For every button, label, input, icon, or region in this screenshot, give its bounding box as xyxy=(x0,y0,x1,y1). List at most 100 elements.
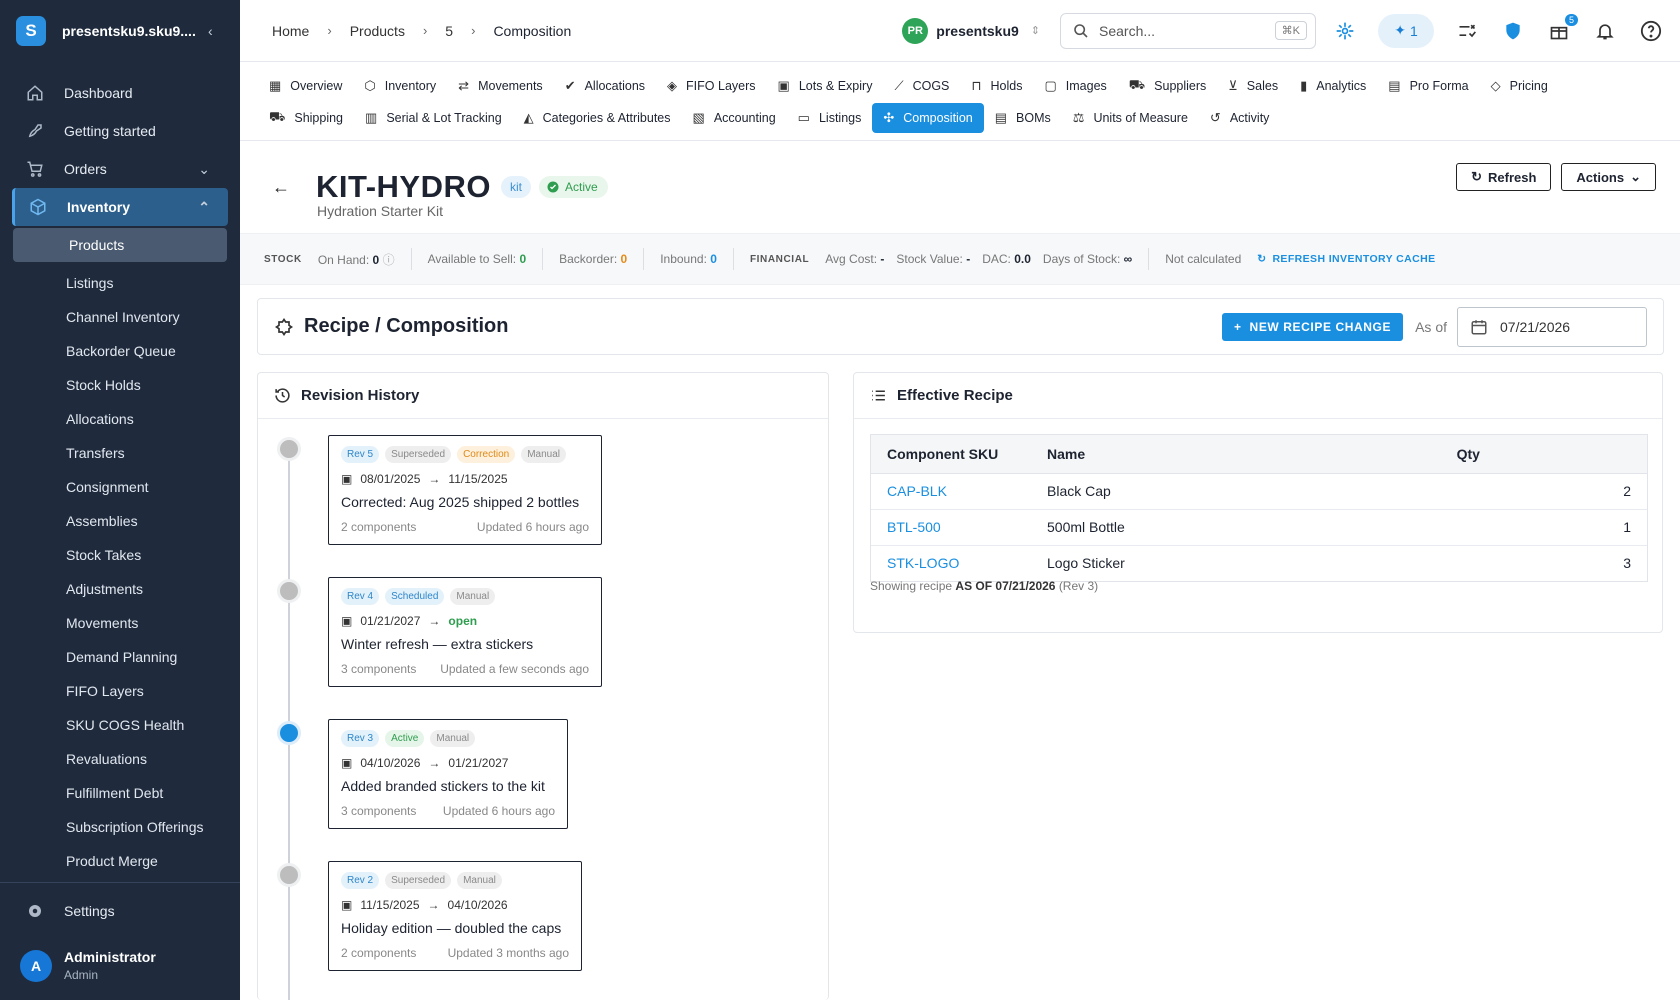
sidebar-subitem-stock-takes[interactable]: Stock Takes xyxy=(0,538,240,572)
sidebar-item-getting-started[interactable]: Getting started xyxy=(0,112,240,150)
sidebar-subitem-products[interactable]: Products xyxy=(13,228,227,262)
days-of-stock-stat: Days of Stock: ∞ xyxy=(1043,252,1132,266)
tab-allocations[interactable]: ✔ Allocations xyxy=(554,71,656,101)
component-qty: 1 xyxy=(1440,509,1647,546)
table-header-row: Component SKU Name Qty xyxy=(871,435,1647,474)
sidebar: S presentsku9.sku9.... ‹ Dashboard Getti… xyxy=(0,0,240,1000)
sidebar-subitem-transfers[interactable]: Transfers xyxy=(0,436,240,470)
tab-suppliers[interactable]: ⛟ Suppliers xyxy=(1118,71,1217,101)
date-from: 04/10/2026 xyxy=(360,756,421,770)
sidebar-subitem-revaluations[interactable]: Revaluations xyxy=(0,742,240,776)
component-sku-link[interactable]: STK-LOGO xyxy=(871,545,1031,581)
column-header-sku[interactable]: Component SKU xyxy=(871,435,1031,474)
tab-holds[interactable]: ⊓ Holds xyxy=(960,71,1033,101)
sidebar-item-dashboard[interactable]: Dashboard xyxy=(0,74,240,112)
backorder-stat: Backorder: 0 xyxy=(559,252,627,266)
tab-activity[interactable]: ↺ Activity xyxy=(1199,103,1281,133)
ai-assistant-button[interactable]: ✦ 1 xyxy=(1378,13,1434,48)
org-switcher[interactable]: PR presentsku9 ⇕ xyxy=(902,17,1040,44)
tab-cogs[interactable]: ⟋ COGS xyxy=(883,71,960,101)
tab-label: Movements xyxy=(478,79,543,93)
component-sku-link[interactable]: CAP-BLK xyxy=(871,473,1031,510)
chevron-up-icon[interactable]: ⌃ xyxy=(198,199,210,216)
tag-superseded: Superseded xyxy=(385,872,452,889)
tab-units-of-measure[interactable]: ⚖ Units of Measure xyxy=(1062,103,1199,133)
collapse-sidebar-icon[interactable]: ‹ xyxy=(208,23,224,39)
sidebar-subitem-demand-planning[interactable]: Demand Planning xyxy=(0,640,240,674)
user-profile[interactable]: A Administrator Admin xyxy=(0,939,240,1000)
sidebar-subitem-consignment[interactable]: Consignment xyxy=(0,470,240,504)
tab-composition[interactable]: ✣ Composition xyxy=(872,103,984,133)
refresh-inventory-cache-link[interactable]: ↻ REFRESH INVENTORY CACHE xyxy=(1257,253,1435,265)
tab-shipping[interactable]: ⛟ Shipping xyxy=(258,103,354,133)
org-name[interactable]: presentsku9.sku9.... xyxy=(62,23,208,39)
tab-lots-expiry[interactable]: ▣ Lots & Expiry xyxy=(767,71,884,101)
sidebar-subitem-fulfillment-debt[interactable]: Fulfillment Debt xyxy=(0,776,240,810)
sidebar-subitem-sku-cogs-health[interactable]: SKU COGS Health xyxy=(0,708,240,742)
shield-icon[interactable] xyxy=(1500,18,1526,44)
stock-value-stat: Stock Value: - xyxy=(896,252,970,266)
search-input[interactable]: Search... ⌘K xyxy=(1060,12,1316,49)
tab-listings[interactable]: ▭ Listings xyxy=(787,103,873,133)
tab-boms[interactable]: ▤ BOMs xyxy=(984,103,1062,133)
component-qty: 3 xyxy=(1623,555,1631,572)
sidebar-item-settings[interactable]: Settings xyxy=(0,883,240,939)
sidebar-subitem-channel-inventory[interactable]: Channel Inventory xyxy=(0,300,240,334)
tab-categories-attributes[interactable]: ◭ Categories & Attributes xyxy=(513,103,682,133)
tab-row-2: ⛟ Shipping ▥ Serial & Lot Tracking ◭ Catego… xyxy=(258,102,1662,134)
tab-accounting[interactable]: ▧ Accounting xyxy=(682,103,787,133)
component-sku-link[interactable]: BTL-500 xyxy=(871,509,1031,546)
column-header-name[interactable]: Name xyxy=(1031,435,1441,474)
tab-sales[interactable]: ⊻ Sales xyxy=(1217,71,1289,101)
new-recipe-change-button[interactable]: + NEW RECIPE CHANGE xyxy=(1221,312,1404,341)
tab-label: Lots & Expiry xyxy=(798,79,873,93)
sidebar-subitem-product-merge[interactable]: Product Merge xyxy=(0,844,240,878)
revision-card-rev4[interactable]: Rev 4 Scheduled Manual ▣ 01/21/2027 → open … xyxy=(328,577,602,687)
actions-button[interactable]: Actions ⌄ xyxy=(1561,163,1656,191)
tab-fifo-layers[interactable]: ◈ FIFO Layers xyxy=(656,71,766,101)
revision-card-rev5[interactable]: Rev 5 Superseded Correction Manual ▣ 08/0… xyxy=(328,435,602,545)
revision-card-rev3[interactable]: Rev 3 Active Manual ▣ 04/10/2026 → 01/21/20… xyxy=(328,719,568,829)
sidebar-subitem-backorder-queue[interactable]: Backorder Queue xyxy=(0,334,240,368)
help-icon[interactable] xyxy=(1638,18,1664,44)
breadcrumb-home[interactable]: Home xyxy=(272,23,309,39)
sidebar-subitem-fifo-layers[interactable]: FIFO Layers xyxy=(0,674,240,708)
tab-movements[interactable]: ⇄ Movements xyxy=(447,71,554,101)
tab-overview[interactable]: ▦ Overview xyxy=(258,71,353,101)
tab-pricing[interactable]: ◇ Pricing xyxy=(1480,71,1559,101)
tab-analytics[interactable]: ▮ Analytics xyxy=(1289,71,1377,101)
sidebar-item-inventory[interactable]: Inventory ⌃ xyxy=(12,188,228,226)
tab-serial-lot-tracking[interactable]: ▥ Serial & Lot Tracking xyxy=(354,103,513,133)
tab-inventory[interactable]: ⬡ Inventory xyxy=(353,71,447,101)
info-icon[interactable]: ⓘ xyxy=(383,253,395,267)
tab-pro-forma[interactable]: ▤ Pro Forma xyxy=(1377,71,1479,101)
back-arrow-icon[interactable]: ← xyxy=(272,177,290,198)
sidebar-subitem-stock-holds[interactable]: Stock Holds xyxy=(0,368,240,402)
sidebar-subitem-subscription-offerings[interactable]: Subscription Offerings xyxy=(0,810,240,844)
sidebar-item-orders[interactable]: Orders ⌄ xyxy=(0,150,240,188)
gift-icon[interactable]: 5 xyxy=(1546,13,1578,44)
ledger-icon: ▧ xyxy=(692,110,705,125)
component-qty: 2 xyxy=(1440,473,1647,510)
refresh-button[interactable]: ↻ Refresh xyxy=(1456,163,1552,191)
sidebar-subitem-allocations[interactable]: Allocations xyxy=(0,402,240,436)
as-of-date-input[interactable]: 07/21/2026 xyxy=(1457,306,1647,347)
sidebar-subitem-assemblies[interactable]: Assemblies xyxy=(0,504,240,538)
tab-images[interactable]: ▢ Images xyxy=(1034,71,1118,101)
cart-icon xyxy=(26,160,46,178)
sidebar-subitem-adjustments[interactable]: Adjustments xyxy=(0,572,240,606)
sidebar-subitem-movements[interactable]: Movements xyxy=(0,606,240,640)
breadcrumb-products[interactable]: Products xyxy=(350,23,405,39)
revision-card-rev2[interactable]: Rev 2 Superseded Manual ▣ 11/15/2025 → 04/1… xyxy=(328,861,582,971)
network-icon[interactable] xyxy=(1332,18,1358,44)
app-logo[interactable]: S xyxy=(16,16,46,46)
chevron-down-icon[interactable]: ⌄ xyxy=(198,161,210,178)
bell-icon[interactable] xyxy=(1592,18,1618,44)
column-header-qty[interactable]: Qty xyxy=(1440,435,1647,474)
note-date: AS OF 07/21/2026 xyxy=(955,579,1056,593)
sidebar-subitem-listings[interactable]: Listings xyxy=(0,266,240,300)
backorder-value: 0 xyxy=(620,252,628,266)
breadcrumb-product-id[interactable]: 5 xyxy=(445,23,453,39)
product-tabs: ▦ Overview ⬡ Inventory ⇄ Movements ✔ Allocat… xyxy=(240,62,1680,141)
compare-icon[interactable] xyxy=(1454,18,1480,44)
